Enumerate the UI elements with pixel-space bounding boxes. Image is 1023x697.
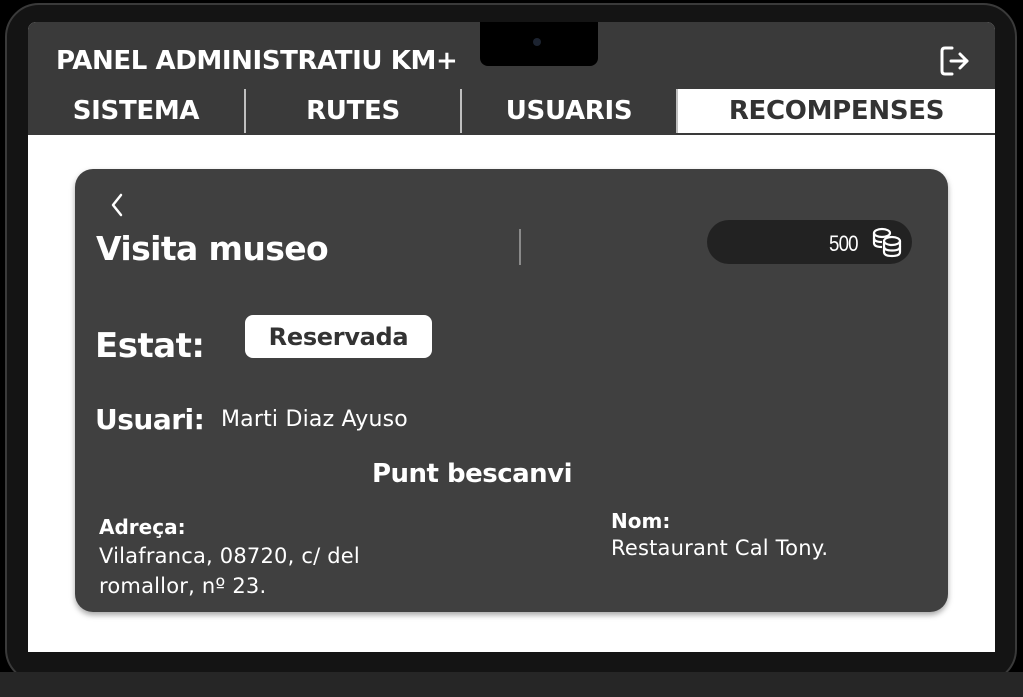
- chevron-left-icon: [111, 193, 123, 217]
- logout-button[interactable]: [938, 44, 972, 78]
- status-badge[interactable]: Reservada: [245, 315, 432, 358]
- title-divider: [519, 229, 521, 265]
- name-value: Restaurant Cal Tony.: [611, 536, 829, 560]
- tab-sistema[interactable]: SISTEMA: [28, 89, 244, 133]
- points-pill[interactable]: 500: [707, 220, 912, 264]
- coins-icon: [872, 227, 902, 258]
- address-label: Adreça:: [99, 515, 186, 539]
- tab-rutes[interactable]: RUTES: [244, 89, 460, 133]
- redeem-point-heading: Punt bescanvi: [371, 459, 573, 489]
- name-label: Nom:: [611, 509, 671, 533]
- address-value: Vilafranca, 08720, c/ del romallor, nº 2…: [99, 544, 360, 598]
- status-label: Estat:: [95, 326, 205, 366]
- reward-detail-card: Visita museo 500 Estat: Reservada Usuari…: [75, 169, 948, 612]
- laptop-base: [0, 672, 1023, 697]
- back-button[interactable]: [105, 189, 129, 221]
- camera-notch: [480, 22, 598, 66]
- tab-recompenses[interactable]: RECOMPENSES: [676, 89, 995, 133]
- screen: PANEL ADMINISTRATIU KM+ SISTEMA RUTES US…: [28, 22, 995, 652]
- user-label: Usuari:: [95, 403, 205, 436]
- camera-icon: [533, 38, 541, 46]
- tab-bar: SISTEMA RUTES USUARIS RECOMPENSES: [28, 89, 995, 135]
- user-value: Marti Diaz Ayuso: [221, 407, 408, 432]
- reward-title: Visita museo: [96, 229, 329, 268]
- logout-icon: [940, 46, 969, 76]
- tab-usuaris[interactable]: USUARIS: [460, 89, 676, 133]
- points-value: 500: [829, 231, 859, 256]
- app-title: PANEL ADMINISTRATIU KM+: [56, 46, 458, 76]
